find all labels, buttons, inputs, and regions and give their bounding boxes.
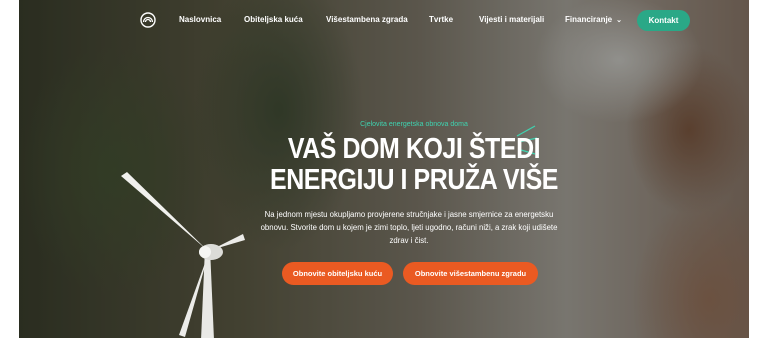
renovate-apartment-building-button[interactable]: Obnovite višestambenu zgradu bbox=[403, 262, 538, 285]
chevron-down-icon: ⌄ bbox=[616, 17, 622, 24]
nav-link-tvrtke[interactable]: Tvrtke bbox=[429, 15, 453, 24]
hero-kicker: Cjelovita energetska obnova doma bbox=[360, 121, 468, 128]
top-navigation: Naslovnica Obiteljska kuća Višestambena … bbox=[19, 0, 749, 42]
nav-link-obiteljska-kuca[interactable]: Obiteljska kuća bbox=[244, 15, 303, 24]
hero-headline: VAŠ DOM KOJI ŠTEDI ENERGIJU I PRUŽA VIŠE bbox=[229, 134, 599, 196]
hero-headline-line-1: VAŠ DOM KOJI ŠTEDI bbox=[287, 133, 541, 165]
hero-section: Naslovnica Obiteljska kuća Višestambena … bbox=[19, 0, 749, 338]
contact-button[interactable]: Kontakt bbox=[637, 10, 690, 31]
semicircle-arches-logo[interactable] bbox=[140, 12, 156, 28]
hero-headline-line-2: ENERGIJU I PRUŽA VIŠE bbox=[269, 164, 558, 196]
hero-description: Na jednom mjestu okupljamo provjerene st… bbox=[260, 210, 558, 245]
nav-link-financiranje[interactable]: Financiranje ⌄ bbox=[565, 15, 622, 24]
nav-link-visestambena-zgrada[interactable]: Višestambena zgrada bbox=[326, 15, 408, 24]
nav-link-vijesti-i-materijali[interactable]: Vijesti i materijali bbox=[479, 15, 544, 24]
renovate-family-house-button[interactable]: Obnovite obiteljsku kuću bbox=[282, 262, 393, 285]
nav-link-financiranje-label: Financiranje bbox=[565, 15, 613, 24]
page-frame: Naslovnica Obiteljska kuća Višestambena … bbox=[0, 0, 768, 338]
nav-link-naslovnica[interactable]: Naslovnica bbox=[179, 15, 221, 24]
